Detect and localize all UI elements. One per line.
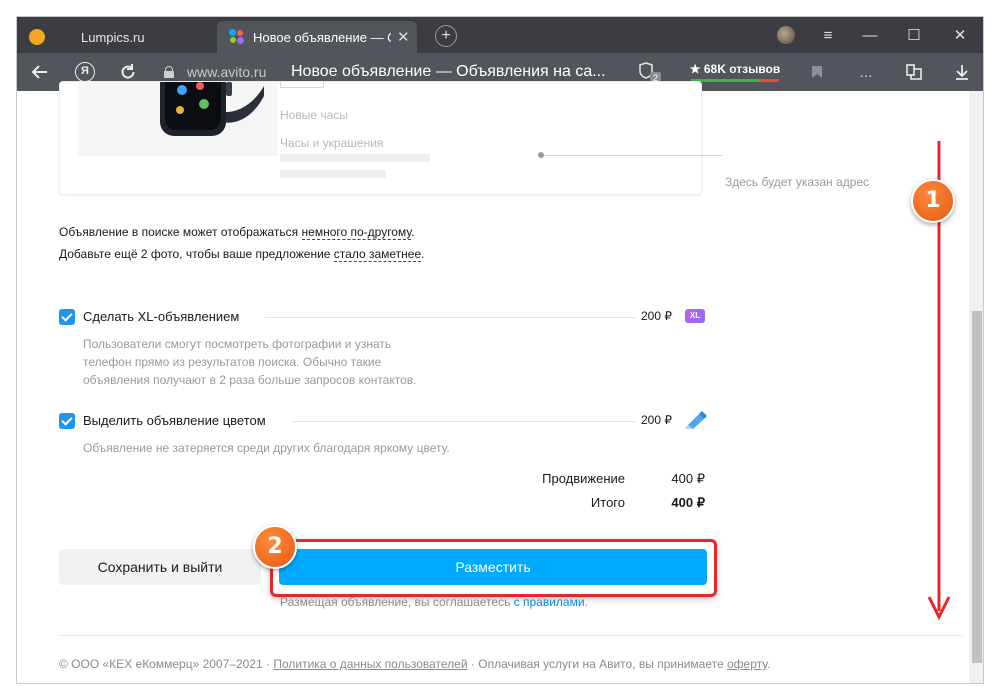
menu-icon[interactable]: ≡	[815, 17, 841, 53]
reviews-label: ★ 68K отзывов	[689, 62, 781, 76]
note-text: Объявление в поиске может отображаться	[59, 225, 302, 239]
tab-avito[interactable]: Новое объявление — О ✕	[217, 21, 417, 53]
option-color-description: Объявление не затеряется среди других бл…	[83, 439, 450, 457]
ad-preview-card: Новые часы Часы и украшения	[59, 81, 722, 195]
url-domain[interactable]: www.avito.ru	[187, 64, 266, 80]
option-color-price: 200 ₽	[641, 413, 672, 427]
agree-text: .	[584, 595, 588, 609]
new-tab-button[interactable]: +	[435, 25, 457, 47]
tab-title: Lumpics.ru	[81, 29, 145, 45]
offer-link[interactable]: оферту	[727, 657, 767, 671]
avito-favicon-icon	[229, 29, 245, 45]
services-text: .	[767, 657, 771, 671]
services-text: Оплачивая услуги на Авито, вы принимаете	[478, 657, 727, 671]
footer-divider	[59, 635, 963, 636]
note-text: .	[411, 225, 415, 239]
xl-badge-icon: XL	[685, 309, 705, 323]
leader-line	[293, 421, 635, 422]
privacy-link[interactable]: Политика о данных пользователей	[273, 657, 467, 671]
copyright: © ООО «КЕХ еКоммерц» 2007–2021	[59, 657, 263, 671]
color-checkbox[interactable]	[59, 413, 75, 429]
download-icon[interactable]	[951, 53, 973, 91]
lock-icon	[164, 66, 174, 78]
close-tab-icon[interactable]: ✕	[397, 28, 410, 46]
preview-category: Часы и украшения	[280, 136, 384, 150]
annotation-badge-2: 2	[253, 525, 297, 569]
preview-title: Новые часы	[280, 108, 348, 122]
option-xl-label: Сделать XL-объявлением	[83, 309, 240, 324]
tab-lumpics[interactable]: Lumpics.ru	[17, 21, 217, 53]
note-text: .	[421, 247, 425, 261]
note-text: Добавьте ещё 2 фото, чтобы ваше предложе…	[59, 247, 334, 261]
description-line: объявления получают в 2 раза больше запр…	[83, 373, 417, 387]
reviews-rating-bar	[691, 79, 779, 82]
more-icon[interactable]: …	[855, 53, 877, 91]
minimize-icon[interactable]: —	[857, 17, 883, 53]
address-hint: Здесь будет указан адрес	[725, 175, 870, 189]
option-xl[interactable]: Сделать XL-объявлением 200 ₽ XL	[59, 307, 707, 327]
close-window-icon[interactable]: ✕	[947, 17, 973, 53]
option-color-label: Выделить объявление цветом	[83, 413, 266, 428]
agreement-text: Размещая объявление, вы соглашаетесь с п…	[280, 595, 588, 609]
note-link-noticeable[interactable]: стало заметнее	[333, 247, 422, 262]
highlighter-icon	[685, 411, 707, 429]
url-page-title[interactable]: Новое объявление — Объявления на са...	[291, 63, 606, 81]
description-line: Объявление не затеряется среди других бл…	[83, 441, 450, 455]
save-and-exit-button[interactable]: Сохранить и выйти	[59, 549, 261, 585]
footer: © ООО «КЕХ еКоммерц» 2007–2021 · Политик…	[59, 657, 770, 671]
promotion-value: 400 ₽	[671, 471, 705, 486]
option-color[interactable]: Выделить объявление цветом 200 ₽	[59, 411, 707, 431]
avatar	[777, 26, 795, 44]
leader-line	[265, 317, 635, 318]
collections-icon[interactable]	[903, 53, 925, 91]
tab-title: Новое объявление — О	[253, 29, 391, 45]
profile-avatar[interactable]	[773, 17, 799, 53]
browser-window: Lumpics.ru Новое объявление — О ✕ + ≡ — …	[16, 16, 984, 684]
xl-checkbox[interactable]	[59, 309, 75, 325]
search-note: Объявление в поиске может отображаться н…	[59, 225, 415, 240]
back-arrow-icon[interactable]	[29, 53, 51, 91]
total-label: Итого	[590, 495, 625, 510]
separator: ·	[262, 657, 274, 671]
scrollbar-thumb[interactable]	[972, 311, 982, 663]
preview-price-box	[280, 82, 324, 88]
option-xl-description: Пользователи смогут посмотреть фотографи…	[83, 335, 417, 389]
separator: ·	[467, 657, 479, 671]
reviews-button[interactable]: ★ 68K отзывов	[689, 60, 781, 82]
maximize-icon[interactable]: ☐	[901, 17, 927, 53]
page-content: Новые часы Часы и украшения Здесь будет …	[17, 81, 983, 683]
agree-text: Размещая объявление, вы соглашаетесь	[280, 595, 514, 609]
description-line: телефон прямо из результатов поиска. Обы…	[83, 355, 382, 369]
total-value: 400 ₽	[671, 495, 705, 510]
watch-image	[160, 82, 264, 136]
note-link-differently[interactable]: немного по-другому	[301, 225, 412, 240]
annotation-badge-1: 1	[911, 179, 955, 223]
yandex-favicon-icon	[29, 29, 45, 45]
scrollbar[interactable]	[969, 91, 983, 683]
address-leader-line	[544, 155, 722, 156]
option-xl-price: 200 ₽	[641, 309, 672, 323]
photo-note: Добавьте ещё 2 фото, чтобы ваше предложе…	[59, 247, 425, 262]
yandex-icon: Я	[75, 62, 95, 82]
rules-link[interactable]: с правилами	[514, 595, 585, 609]
title-bar: Lumpics.ru Новое объявление — О ✕ + ≡ — …	[17, 17, 983, 53]
preview-placeholder-bar	[280, 154, 430, 162]
preview-placeholder-bar	[280, 170, 386, 178]
bookmark-icon[interactable]	[807, 53, 827, 91]
description-line: Пользователи смогут посмотреть фотографи…	[83, 337, 392, 351]
promotion-label: Продвижение	[542, 471, 625, 486]
publish-highlight-frame	[270, 539, 717, 597]
